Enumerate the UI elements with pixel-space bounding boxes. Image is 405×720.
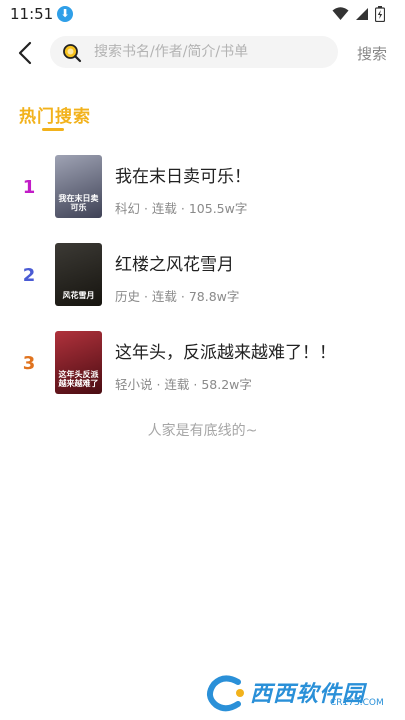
watermark-url: CR173.COM (330, 698, 384, 708)
hot-search-list: 1 我在末日卖可乐 我在末日卖可乐！ 科幻 · 连载 · 105.5w字 2 风… (0, 152, 405, 416)
rank-number: 3 (22, 353, 36, 374)
wifi-icon (332, 7, 349, 20)
chevron-left-icon (18, 41, 32, 65)
search-header: 搜索 (0, 34, 405, 72)
search-button[interactable]: 搜索 (357, 43, 387, 64)
book-item[interactable]: 2 风花雪月 红楼之风花雪月 历史 · 连载 · 78.8w字 (0, 240, 405, 328)
back-button[interactable] (12, 38, 38, 68)
watermark-logo: 西西软件园 CR173.COM (206, 674, 391, 712)
battery-icon (375, 6, 385, 22)
rank-number: 1 (22, 177, 36, 198)
book-item[interactable]: 1 我在末日卖可乐 我在末日卖可乐！ 科幻 · 连载 · 105.5w字 (0, 152, 405, 240)
cover-title: 我在末日卖可乐 (58, 194, 99, 212)
book-meta: 科幻 · 连载 · 105.5w字 (115, 201, 248, 216)
status-icons (332, 6, 385, 22)
download-icon: ⬇ (57, 6, 73, 22)
book-cover: 风花雪月 (55, 243, 102, 306)
book-title: 我在末日卖可乐！ (115, 167, 251, 187)
section-title: 热门搜索 (19, 107, 91, 127)
book-title: 红楼之风花雪月 (115, 255, 234, 275)
section-title-underline (42, 128, 64, 131)
signal-icon (356, 8, 368, 20)
rank-number: 2 (22, 265, 36, 286)
book-title: 这年头，反派越来越难了！！ (115, 343, 336, 363)
cover-title: 这年头反派越来越难了 (58, 370, 99, 388)
cover-title: 风花雪月 (62, 291, 95, 300)
search-input[interactable] (94, 36, 330, 68)
search-box[interactable] (50, 36, 338, 68)
book-cover: 我在末日卖可乐 (55, 155, 102, 218)
search-icon (63, 44, 82, 63)
book-meta: 轻小说 · 连载 · 58.2w字 (115, 377, 252, 392)
end-of-list-note: 人家是有底线的~ (147, 423, 258, 439)
book-item[interactable]: 3 这年头反派越来越难了 这年头，反派越来越难了！！ 轻小说 · 连载 · 58… (0, 328, 405, 416)
book-cover: 这年头反派越来越难了 (55, 331, 102, 394)
status-time: 11:51 (10, 5, 54, 23)
book-meta: 历史 · 连载 · 78.8w字 (115, 289, 240, 304)
status-bar: 11:51 ⬇ (0, 0, 405, 28)
watermark-mark-icon (207, 675, 244, 712)
